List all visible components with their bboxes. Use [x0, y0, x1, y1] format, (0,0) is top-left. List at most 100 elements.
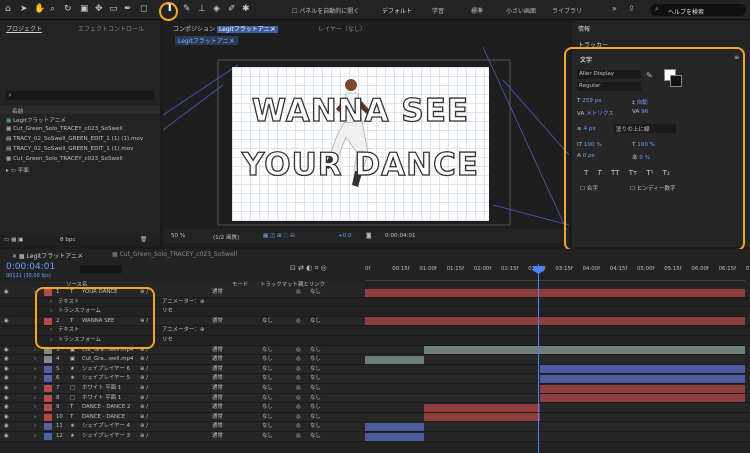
list-item[interactable]: ▦ Cut_Green_Solo_TRACEY_c023_SoSwell	[6, 126, 123, 132]
zoom-tool-icon[interactable]: ⌕	[50, 4, 55, 14]
home-icon[interactable]: ⌂	[5, 4, 11, 14]
timeline-ruler[interactable]: 0f00:15f01:00f01:15f02:00f02:15f03:00f03…	[365, 263, 750, 281]
timeline-search-input[interactable]	[80, 265, 122, 273]
layer-duration-bar[interactable]	[539, 374, 745, 383]
visibility-eye-icon[interactable]: ◉	[4, 365, 9, 374]
layer-duration-bar[interactable]	[365, 422, 424, 431]
layer-parent-select[interactable]: なし	[310, 413, 321, 422]
layer-name[interactable]: シェイプレイヤー 4	[82, 422, 130, 431]
layer-mode-select[interactable]: 通常	[212, 384, 223, 393]
layer-parent-select[interactable]: なし	[310, 317, 321, 326]
col-name[interactable]: 名前	[12, 107, 23, 115]
tab-project[interactable]: プロジェクト	[6, 24, 42, 33]
text-wanna-see[interactable]: WANNA SEE	[232, 94, 489, 127]
composition-canvas[interactable]: WANNA SEE YOUR DANCE	[232, 67, 489, 221]
mask-tool-icon[interactable]: ◻	[140, 4, 147, 14]
layer-parent-select[interactable]: なし	[310, 365, 321, 374]
tab-layer[interactable]: レイヤー（なし）	[318, 24, 366, 33]
layer-trackmatte-select[interactable]: なし	[262, 394, 273, 403]
layer-trackmatte-select[interactable]: なし	[262, 374, 273, 383]
parent-pickwhip-icon[interactable]: ◎	[296, 346, 301, 355]
visibility-eye-icon[interactable]: ◉	[4, 403, 9, 412]
layer-parent-select[interactable]: なし	[310, 394, 321, 403]
rectangle-tool-icon[interactable]: ▭	[109, 4, 118, 14]
puppet-tool-icon[interactable]: ✱	[242, 4, 250, 14]
layer-parent-select[interactable]: なし	[310, 355, 321, 364]
layer-name[interactable]: ホワイト 平面 1	[82, 394, 121, 403]
layer-trackmatte-select[interactable]: なし	[262, 413, 273, 422]
list-item[interactable]: ▤ TRACY_02_SoSwell_GREEN_EDIT_1 (1).mov	[6, 146, 133, 152]
workspace-default[interactable]: デフォルト	[382, 6, 412, 15]
layer-switches[interactable]: ⊕ /	[140, 384, 148, 393]
parent-pickwhip-icon[interactable]: ◎	[296, 365, 301, 374]
layer-mode-select[interactable]: 通常	[212, 317, 223, 326]
layer-switches[interactable]: ⊕ /	[140, 432, 148, 441]
label-color-swatch[interactable]	[44, 404, 52, 412]
layer-row[interactable]: ◉ › 6 ★ シェイプレイヤー 5 ⊕ / 通常 なし ◎ なし	[0, 374, 750, 384]
timeline-timecode[interactable]: 0:00:04:01	[6, 262, 55, 272]
layer-duration-bar[interactable]	[539, 384, 745, 393]
list-item[interactable]: ▦ Legitフラットアニメ	[6, 116, 66, 124]
tab-info[interactable]: 情報	[578, 24, 590, 33]
project-search-input[interactable]: ⌕	[6, 91, 154, 100]
view-options-icons[interactable]: ▦ ◫ ⊞ ◌ ⊟	[263, 233, 295, 239]
layer-switches[interactable]: ⊕ /	[140, 422, 148, 431]
layer-duration-bar[interactable]	[365, 355, 424, 364]
layer-parent-select[interactable]: なし	[310, 288, 321, 297]
property-extra[interactable]: リセ	[162, 336, 173, 345]
timeline-tab-cut[interactable]: ▦ Cut_Green_Solo_TRACEY_c023_SoSwell	[112, 251, 237, 258]
pen-tool-icon[interactable]: ✒	[124, 4, 132, 14]
parent-pickwhip-icon[interactable]: ◎	[296, 384, 301, 393]
layer-mode-select[interactable]: 通常	[212, 432, 223, 441]
layer-row[interactable]: ◉ › 10 T DANCE - DANCE ⊕ / 通常 なし ◎ なし	[0, 412, 750, 423]
layer-row[interactable]: ◉ › 11 ★ シェイプレイヤー 4 ⊕ / 通常 なし ◎ なし	[0, 422, 750, 432]
brush-tool-icon[interactable]: ✎	[183, 4, 191, 14]
expand-chevron-icon[interactable]: ›	[34, 384, 36, 393]
footer-icons[interactable]: ▭ ▦ ▣	[4, 237, 23, 243]
layer-mode-select[interactable]: 通常	[212, 422, 223, 431]
layer-switches[interactable]: ⊕ /	[140, 394, 148, 403]
rotate-tool-icon[interactable]: ↻	[64, 4, 72, 14]
layer-row[interactable]: ◉ › 4 ▣ Cut_Gra...well.mp4 ⊕ / 通常 なし ◎ なし	[0, 355, 750, 365]
layer-switches[interactable]: ⊕ /	[140, 365, 148, 374]
property-extra[interactable]: アニメーター：	[162, 326, 200, 335]
layer-duration-bar[interactable]	[539, 394, 745, 403]
camera-tool-icon[interactable]: ▣	[80, 4, 89, 14]
layer-name[interactable]: Cut_Gra...well.mp4	[82, 355, 133, 364]
layer-name[interactable]: シェイプレイヤー 3	[82, 432, 130, 441]
exposure-value[interactable]: +0.0	[338, 233, 352, 239]
layer-mode-select[interactable]: 通常	[212, 355, 223, 364]
parent-pickwhip-icon[interactable]: ◎	[296, 394, 301, 403]
visibility-eye-icon[interactable]: ◉	[4, 288, 9, 297]
layer-duration-bar[interactable]	[539, 365, 745, 374]
label-color-swatch[interactable]	[44, 433, 52, 440]
expand-chevron-icon[interactable]: ›	[34, 413, 36, 422]
visibility-eye-icon[interactable]: ◉	[4, 384, 9, 393]
layer-row[interactable]: ◉ › 9 T DANCE - DANCE 2 ⊕ / 通常 なし ◎ なし	[0, 403, 750, 413]
timeline-tab-main[interactable]: ✕ ▦ Legitフラットアニメ	[12, 251, 83, 260]
layer-row[interactable]: ◉ › 8 □ ホワイト 平面 1 ⊕ / 通常 なし ◎ なし	[0, 393, 750, 404]
layer-mode-select[interactable]: 通常	[212, 403, 223, 412]
add-animator-icon[interactable]: ⊕	[200, 326, 205, 335]
visibility-eye-icon[interactable]: ◉	[4, 432, 9, 441]
visibility-eye-icon[interactable]: ◉	[4, 422, 9, 431]
layer-switches[interactable]: ⊕ /	[140, 403, 148, 412]
label-color-swatch[interactable]	[44, 375, 52, 383]
label-color-swatch[interactable]	[44, 423, 52, 431]
parent-pickwhip-icon[interactable]: ◎	[296, 317, 301, 326]
layer-duration-bar[interactable]	[365, 317, 745, 326]
property-extra[interactable]: リセ	[162, 307, 173, 316]
expand-chevron-icon[interactable]: ›	[34, 346, 36, 355]
workspace-standard[interactable]: 標準	[471, 6, 483, 15]
trash-icon[interactable]: 🗑	[140, 237, 147, 243]
layer-switches[interactable]: ⊕ /	[140, 374, 148, 383]
layer-mode-select[interactable]: 通常	[212, 365, 223, 374]
visibility-eye-icon[interactable]: ◉	[4, 317, 9, 326]
layer-duration-bar[interactable]	[365, 288, 745, 297]
expand-chevron-icon[interactable]: ›	[34, 394, 36, 403]
layer-row[interactable]: ◉ › 7 □ ホワイト 平面 1 ⊕ / 通常 なし ◎ なし	[0, 384, 750, 394]
tab-effect-controls[interactable]: エフェクトコントロール	[78, 24, 144, 33]
layer-name[interactable]: シェイプレイヤー 5	[82, 374, 130, 383]
pan-behind-tool-icon[interactable]: ✥	[95, 4, 103, 14]
layer-parent-select[interactable]: なし	[310, 384, 321, 393]
